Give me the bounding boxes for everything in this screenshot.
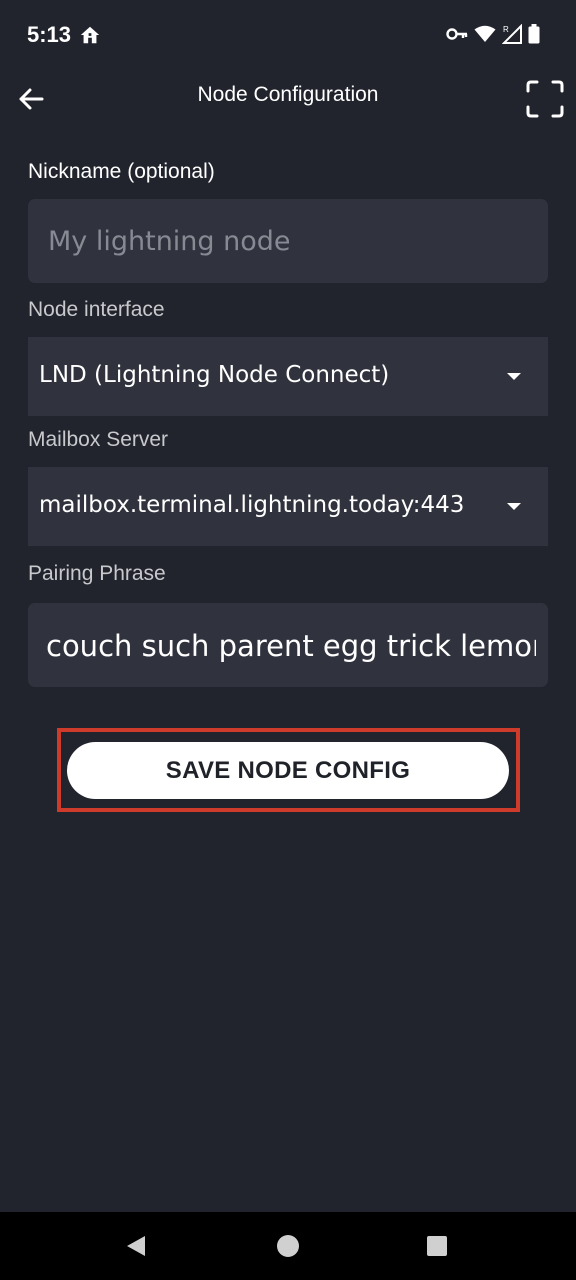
battery-icon: [528, 24, 540, 44]
nickname-label: Nickname (optional): [28, 160, 215, 183]
mailbox-server-label: Mailbox Server: [28, 428, 169, 451]
mailbox-server-select[interactable]: mailbox.terminal.lightning.today:443: [28, 467, 548, 546]
status-bar: 5:13 R: [0, 0, 576, 70]
screen: 5:13 R Node Configuration Nickname (opti…: [0, 0, 576, 1280]
scan-icon[interactable]: [526, 80, 564, 118]
mailbox-server-value: mailbox.terminal.lightning.today:443: [39, 492, 465, 518]
nav-back-icon[interactable]: [124, 1234, 148, 1258]
nav-home-icon[interactable]: [277, 1235, 299, 1257]
dropdown-arrow-icon[interactable]: [507, 373, 521, 380]
node-interface-label: Node interface: [28, 298, 165, 321]
key-icon: [446, 28, 468, 40]
status-time: 5:13: [27, 22, 72, 47]
node-interface-value: LND (Lightning Node Connect): [39, 362, 390, 388]
dropdown-arrow-icon[interactable]: [507, 503, 521, 510]
roaming-letter: R: [503, 25, 509, 34]
nickname-input[interactable]: [48, 221, 528, 261]
pairing-phrase-label: Pairing Phrase: [28, 562, 166, 585]
wifi-icon: [474, 25, 496, 42]
nav-recents-icon[interactable]: [427, 1236, 447, 1256]
page-title: Node Configuration: [197, 83, 379, 106]
pairing-phrase-input[interactable]: [46, 625, 536, 667]
node-interface-select[interactable]: LND (Lightning Node Connect): [28, 337, 548, 416]
home-icon: [80, 26, 100, 44]
save-node-config-button[interactable]: SAVE NODE CONFIG: [67, 742, 509, 799]
status-icons: R: [446, 24, 540, 44]
app-bar: Node Configuration: [0, 70, 576, 130]
pairing-phrase-field[interactable]: [28, 603, 548, 687]
system-nav-bar: [0, 1212, 576, 1280]
signal-roaming-icon: R: [502, 24, 522, 44]
nickname-field[interactable]: [28, 199, 548, 283]
